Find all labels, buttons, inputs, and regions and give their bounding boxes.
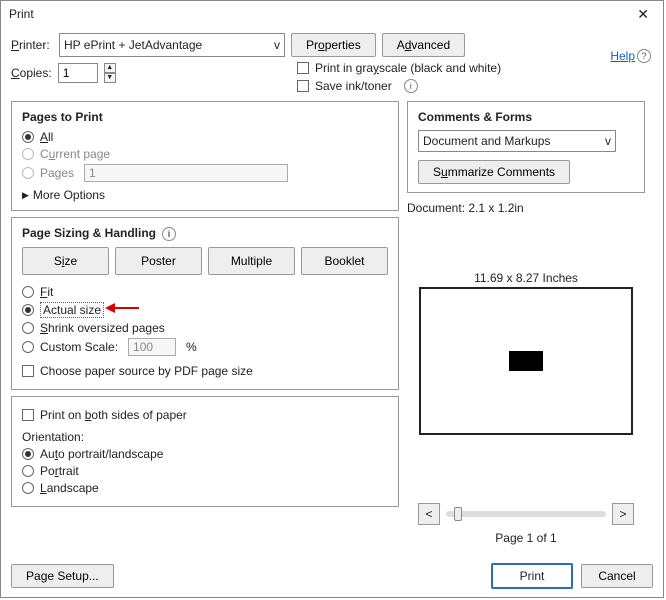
radio-current[interactable] bbox=[22, 148, 34, 160]
radio-portrait-label: Portrait bbox=[40, 464, 79, 478]
help-link[interactable]: Help bbox=[610, 49, 635, 63]
cancel-button[interactable]: Cancel bbox=[581, 564, 653, 588]
size-button[interactable]: Size bbox=[22, 247, 109, 275]
booklet-button[interactable]: Booklet bbox=[301, 247, 388, 275]
printer-label: Printer: bbox=[11, 38, 53, 52]
sizing-group: Page Sizing & Handlingi Size Poster Mult… bbox=[11, 217, 399, 390]
choose-paper-checkbox[interactable] bbox=[22, 365, 34, 377]
printer-select[interactable]: HP ePrint + JetAdvantage v bbox=[59, 33, 285, 57]
radio-actual[interactable] bbox=[22, 304, 34, 316]
percent-label: % bbox=[186, 340, 197, 354]
radio-pages[interactable] bbox=[22, 167, 34, 179]
print-button[interactable]: Print bbox=[491, 563, 573, 589]
next-page-button[interactable]: > bbox=[612, 503, 634, 525]
radio-current-label: Current page bbox=[40, 147, 110, 161]
properties-button[interactable]: Properties bbox=[291, 33, 376, 57]
multiple-button[interactable]: Multiple bbox=[208, 247, 295, 275]
printer-value: HP ePrint + JetAdvantage bbox=[64, 38, 202, 52]
radio-pages-label: Pages bbox=[40, 166, 74, 180]
print-preview bbox=[419, 287, 633, 435]
advanced-button[interactable]: Advanced bbox=[382, 33, 465, 57]
radio-landscape[interactable] bbox=[22, 482, 34, 494]
copies-input[interactable] bbox=[58, 63, 98, 83]
info-icon[interactable]: i bbox=[404, 79, 418, 93]
triangle-right-icon: ▶ bbox=[22, 190, 29, 201]
preview-page-content bbox=[509, 351, 543, 371]
dialog-title: Print bbox=[9, 7, 631, 21]
both-sides-label: Print on both sides of paper bbox=[40, 408, 187, 422]
both-sides-checkbox[interactable] bbox=[22, 409, 34, 421]
help-icon[interactable]: ? bbox=[637, 49, 651, 63]
radio-portrait[interactable] bbox=[22, 465, 34, 477]
choose-paper-label: Choose paper source by PDF page size bbox=[40, 364, 253, 378]
radio-landscape-label: Landscape bbox=[40, 481, 99, 495]
copies-label: Copies: bbox=[11, 66, 52, 80]
copies-spinner[interactable]: ▲▼ bbox=[104, 63, 116, 83]
more-options-toggle[interactable]: ▶ More Options bbox=[22, 188, 388, 202]
radio-all[interactable] bbox=[22, 131, 34, 143]
document-dimensions: Document: 2.1 x 1.2in bbox=[407, 201, 645, 215]
more-options-label: More Options bbox=[33, 188, 105, 202]
comments-combo[interactable]: Document and Markups v bbox=[418, 130, 616, 152]
radio-fit[interactable] bbox=[22, 286, 34, 298]
poster-button[interactable]: Poster bbox=[115, 247, 202, 275]
saveink-label: Save ink/toner bbox=[315, 79, 392, 93]
preview-paper-size: 11.69 x 8.27 Inches bbox=[407, 271, 645, 285]
chevron-down-icon: v bbox=[274, 38, 280, 52]
radio-custom-label: Custom Scale: bbox=[40, 340, 118, 354]
slider-thumb[interactable] bbox=[454, 507, 462, 521]
page-setup-button[interactable]: Page Setup... bbox=[11, 564, 114, 588]
page-counter: Page 1 of 1 bbox=[407, 531, 645, 545]
sizing-title: Page Sizing & Handlingi bbox=[22, 226, 388, 241]
comments-group: Comments & Forms Document and Markups v … bbox=[407, 101, 645, 193]
comments-title: Comments & Forms bbox=[418, 110, 634, 124]
radio-shrink-label: Shrink oversized pages bbox=[40, 321, 165, 335]
chevron-down-icon: v bbox=[605, 134, 611, 148]
info-icon[interactable]: i bbox=[162, 227, 176, 241]
radio-all-label: All bbox=[40, 130, 53, 144]
pages-to-print-title: Pages to Print bbox=[22, 110, 388, 124]
pages-to-print-group: Pages to Print All Current page Pages ▶ M… bbox=[11, 101, 399, 211]
orientation-group: Print on both sides of paper Orientation… bbox=[11, 396, 399, 507]
comments-combo-value: Document and Markups bbox=[423, 134, 550, 148]
orientation-title: Orientation: bbox=[22, 430, 388, 444]
close-icon[interactable]: ✕ bbox=[631, 6, 655, 23]
saveink-checkbox[interactable] bbox=[297, 80, 309, 92]
radio-custom[interactable] bbox=[22, 341, 34, 353]
pages-input[interactable] bbox=[84, 164, 288, 182]
grayscale-checkbox[interactable] bbox=[297, 62, 309, 74]
radio-auto-orient[interactable] bbox=[22, 448, 34, 460]
radio-actual-label: Actual size bbox=[40, 302, 104, 318]
radio-auto-orient-label: Auto portrait/landscape bbox=[40, 447, 163, 461]
radio-fit-label: Fit bbox=[40, 285, 53, 299]
grayscale-label: Print in grayscale (black and white) bbox=[315, 61, 501, 75]
custom-scale-input[interactable] bbox=[128, 338, 176, 356]
summarize-button[interactable]: Summarize Comments bbox=[418, 160, 570, 184]
page-slider[interactable] bbox=[446, 511, 606, 517]
radio-shrink[interactable] bbox=[22, 322, 34, 334]
prev-page-button[interactable]: < bbox=[418, 503, 440, 525]
